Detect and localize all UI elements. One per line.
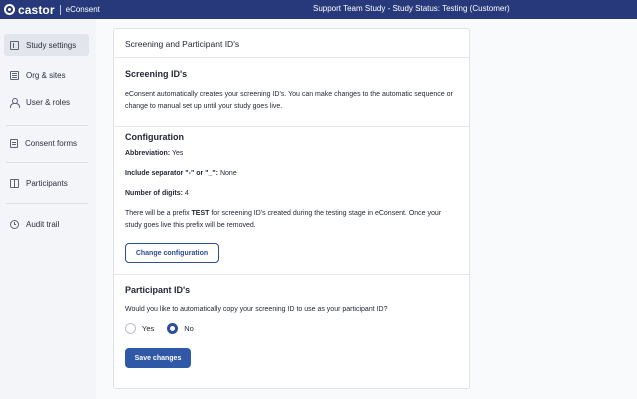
sidebar-item-consent-forms[interactable]: Consent forms xyxy=(4,132,89,154)
clock-icon xyxy=(10,219,19,229)
participant-question: Would you like to automatically copy you… xyxy=(125,306,388,313)
sidebar: Study settings Org & sites User & roles … xyxy=(0,19,96,399)
digits-row: Number of digits: 4 xyxy=(125,190,189,197)
settings-icon xyxy=(10,40,19,50)
abbreviation-label: Abbreviation: xyxy=(125,150,171,157)
sidebar-divider xyxy=(6,162,88,163)
digits-value: 4 xyxy=(184,190,189,197)
prefix-note-start: There will be a prefix xyxy=(125,210,192,217)
radio-no-label: No xyxy=(184,324,194,333)
sidebar-divider xyxy=(6,125,88,126)
screening-description: eConsent automatically creates your scre… xyxy=(125,91,453,110)
card-title: Screening and Participant ID's xyxy=(114,29,469,58)
screening-title: Screening ID's xyxy=(125,69,188,79)
top-bar: castor eConsent Support Team Study - Stu… xyxy=(0,0,637,19)
sidebar-item-label: Org & sites xyxy=(26,70,66,80)
sidebar-item-audit-trail[interactable]: Audit trail xyxy=(4,213,89,235)
sidebar-item-label: Consent forms xyxy=(25,138,78,148)
document-icon xyxy=(10,138,18,148)
radio-yes[interactable] xyxy=(125,323,136,334)
sidebar-item-label: Participants xyxy=(26,178,68,188)
sidebar-item-label: Audit trail xyxy=(26,219,60,229)
brand-divider xyxy=(59,4,61,15)
brand[interactable]: castor eConsent xyxy=(4,2,100,17)
section-divider xyxy=(114,274,469,275)
radio-no[interactable] xyxy=(167,323,179,334)
main-content: Screening and Participant ID's Screening… xyxy=(96,19,637,399)
digits-label: Number of digits: xyxy=(125,190,183,197)
brand-name: castor xyxy=(18,2,55,17)
radio-yes-label: Yes xyxy=(142,324,155,333)
product-name: eConsent xyxy=(65,5,100,14)
sidebar-item-label: Study settings xyxy=(26,40,77,50)
castor-logo-icon xyxy=(4,4,15,15)
copy-id-radio-group: Yes No xyxy=(125,323,207,334)
sidebar-divider xyxy=(6,203,88,204)
prefix-value: TEST xyxy=(191,210,210,217)
sidebar-item-study-settings[interactable]: Study settings xyxy=(4,34,89,56)
study-title: Support Team Study - Study Status: Testi… xyxy=(313,4,510,13)
user-icon xyxy=(10,97,20,108)
sidebar-item-participants[interactable]: Participants xyxy=(4,172,89,194)
configuration-title: Configuration xyxy=(125,132,184,142)
screening-card: Screening and Participant ID's Screening… xyxy=(113,28,470,389)
org-icon xyxy=(10,70,19,80)
sidebar-item-label: User & roles xyxy=(26,97,71,107)
prefix-note: There will be a prefix TEST for screenin… xyxy=(125,208,455,232)
sidebar-item-org-sites[interactable]: Org & sites xyxy=(4,64,89,86)
abbreviation-value: Yes xyxy=(171,150,184,157)
change-configuration-button[interactable]: Change configuration xyxy=(125,243,219,263)
save-changes-button[interactable]: Save changes xyxy=(125,348,191,368)
abbreviation-row: Abbreviation: Yes xyxy=(125,150,183,157)
participants-icon xyxy=(10,178,19,188)
separator-row: Include separator "-" or "_": None xyxy=(125,170,237,177)
sidebar-item-user-roles[interactable]: User & roles xyxy=(4,91,89,113)
section-divider xyxy=(114,126,469,127)
separator-label: Include separator "-" or "_": xyxy=(125,170,219,177)
separator-value: None xyxy=(219,170,237,177)
participant-title: Participant ID's xyxy=(125,285,191,295)
